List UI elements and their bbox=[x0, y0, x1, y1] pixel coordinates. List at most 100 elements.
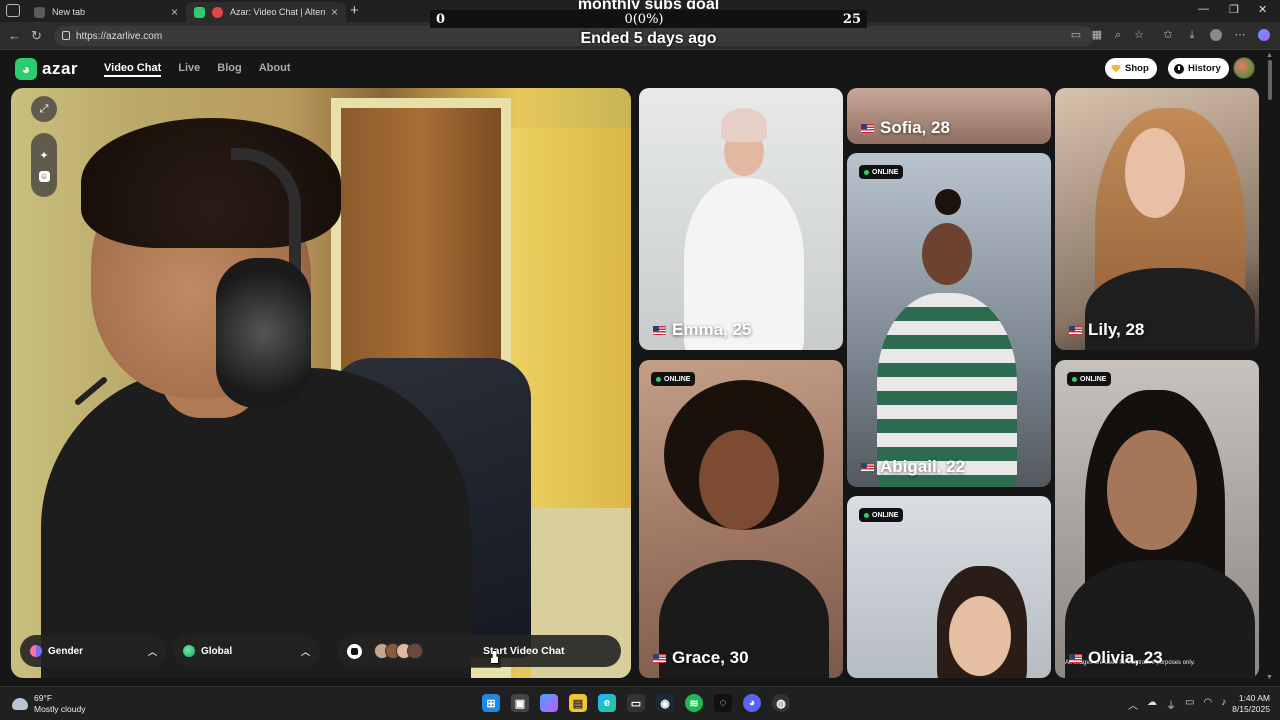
tab-actions-icon[interactable] bbox=[6, 4, 20, 17]
discord-icon[interactable]: ◕ bbox=[743, 694, 761, 712]
taskbar-apps: ⊞ ▣ ▤ e ▭ ◉ ≋ ◌ ◕ ◍ bbox=[482, 694, 790, 712]
screen-cast-icon[interactable]: ▭ bbox=[1070, 29, 1082, 41]
us-flag-icon bbox=[861, 123, 874, 133]
profile-card[interactable]: ONLINE All images are used for illustrat… bbox=[1055, 360, 1259, 678]
copilot-icon[interactable] bbox=[1258, 29, 1270, 41]
logo-text: azar bbox=[42, 59, 79, 78]
terminal-icon[interactable]: ▭ bbox=[627, 694, 645, 712]
shop-button[interactable]: Shop bbox=[1105, 58, 1157, 79]
profile-card[interactable]: Emma, 25 bbox=[639, 88, 843, 350]
globe-icon bbox=[183, 645, 195, 657]
card-name: Sofia, 28 bbox=[861, 118, 950, 138]
app-icon[interactable]: ◍ bbox=[772, 694, 790, 712]
close-window-button[interactable]: ✕ bbox=[1258, 3, 1267, 16]
maximize-button[interactable]: ❐ bbox=[1229, 3, 1239, 16]
card-name: Olivia, 23 bbox=[1069, 648, 1163, 668]
scrollbar-thumb[interactable] bbox=[1268, 60, 1272, 100]
online-dot-icon bbox=[656, 376, 661, 382]
weather-widget[interactable]: 69°F Mostly cloudy bbox=[12, 693, 86, 715]
us-flag-icon bbox=[653, 325, 666, 335]
online-dot-icon bbox=[1072, 376, 1077, 382]
task-view-icon[interactable]: ▣ bbox=[511, 694, 529, 712]
us-flag-icon bbox=[653, 653, 666, 663]
scroll-down-icon[interactable]: ▼ bbox=[1266, 674, 1273, 681]
goal-start: 0 bbox=[436, 11, 446, 27]
tab-azar[interactable]: Azar: Video Chat | Alternativ × bbox=[186, 2, 346, 22]
obs-icon[interactable]: ◌ bbox=[714, 694, 732, 712]
display-icon[interactable]: ▭ bbox=[1185, 697, 1194, 712]
profile-card[interactable]: ONLINE Grace, 30 bbox=[639, 360, 843, 678]
app-icon[interactable]: ▦ bbox=[1091, 29, 1103, 41]
nav-about[interactable]: About bbox=[259, 62, 291, 77]
tab-label: New tab bbox=[52, 7, 86, 17]
downloads-icon[interactable]: ⤓ bbox=[1186, 29, 1198, 41]
tab-new-tab[interactable]: New tab × bbox=[26, 2, 186, 22]
expand-button[interactable]: ⤢ bbox=[31, 96, 57, 122]
camera-preview: ⤢ ✦ ☺ Gender ︿ Global ︿ Start Video Chat bbox=[11, 88, 631, 678]
minimize-button[interactable]: — bbox=[1198, 3, 1209, 15]
person-face bbox=[949, 596, 1011, 676]
sparkle-effects-icon[interactable]: ✦ bbox=[37, 149, 51, 163]
card-name: Abigail, 22 bbox=[861, 457, 965, 477]
taskbar-clock[interactable]: 1:40 AM 8/15/2025 bbox=[1224, 693, 1270, 715]
azar-logo[interactable]: ◕ azar bbox=[15, 58, 78, 80]
steam-icon[interactable]: ◉ bbox=[656, 694, 674, 712]
copilot-app-icon[interactable] bbox=[540, 694, 558, 712]
more-menu-icon[interactable]: ⋯ bbox=[1234, 29, 1246, 41]
region-label: Global bbox=[201, 645, 233, 657]
onedrive-icon[interactable]: ☁ bbox=[1147, 697, 1157, 712]
card-name-text: Emma, 25 bbox=[672, 320, 752, 339]
region-filter[interactable]: Global ︿ bbox=[173, 635, 320, 667]
favorites-icon[interactable]: ✩ bbox=[1162, 29, 1174, 41]
chevron-up-icon: ︿ bbox=[300, 646, 310, 657]
person-shirt bbox=[41, 368, 471, 678]
nav-blog[interactable]: Blog bbox=[217, 62, 241, 77]
scroll-up-icon[interactable]: ▲ bbox=[1266, 52, 1273, 59]
chevron-up-icon[interactable]: ︿ bbox=[1128, 697, 1138, 712]
online-badge: ONLINE bbox=[651, 372, 696, 386]
profile-card[interactable]: ONLINE Abigail, 22 bbox=[847, 153, 1051, 487]
recording-icon bbox=[212, 6, 223, 18]
profile-card[interactable]: Lily, 28 bbox=[1055, 88, 1259, 350]
edge-icon[interactable]: e bbox=[598, 694, 616, 712]
nav-video-chat[interactable]: Video Chat bbox=[104, 62, 162, 77]
profile-card[interactable]: Sofia, 28 bbox=[847, 88, 1051, 144]
us-flag-icon bbox=[1069, 653, 1082, 663]
start-menu-icon[interactable]: ⊞ bbox=[482, 694, 500, 712]
clock-icon bbox=[1174, 63, 1184, 74]
history-button[interactable]: History bbox=[1168, 58, 1229, 79]
zoom-icon[interactable]: ⌕ bbox=[1112, 29, 1124, 41]
microphone-icon[interactable]: ⏚ bbox=[1166, 697, 1176, 712]
stop-icon bbox=[347, 643, 362, 659]
back-icon[interactable]: ← bbox=[8, 28, 21, 43]
spotify-icon[interactable]: ≋ bbox=[685, 694, 703, 712]
refresh-icon[interactable]: ↻ bbox=[31, 28, 42, 44]
card-name: Emma, 25 bbox=[653, 320, 751, 340]
nav-live[interactable]: Live bbox=[178, 62, 200, 77]
online-badge: ONLINE bbox=[859, 508, 904, 522]
sticker-icon[interactable]: ☺ bbox=[38, 170, 50, 182]
start-video-chat-button[interactable]: Start Video Chat bbox=[337, 635, 621, 667]
avatar-stack bbox=[368, 643, 423, 659]
history-label: History bbox=[1188, 63, 1221, 74]
subs-goal-bar: 0 0(0%) 25 bbox=[430, 10, 867, 28]
store-icon[interactable]: ▤ bbox=[569, 694, 587, 712]
tab-close-icon[interactable]: × bbox=[171, 5, 178, 19]
profile-card[interactable]: ONLINE bbox=[847, 496, 1051, 678]
new-tab-button[interactable]: + bbox=[350, 2, 359, 19]
user-avatar[interactable] bbox=[1233, 57, 1255, 79]
person-face bbox=[1125, 128, 1185, 218]
time: 1:40 AM bbox=[1238, 693, 1270, 703]
tab-close-icon[interactable]: × bbox=[331, 5, 338, 19]
favorite-star-icon[interactable]: ☆ bbox=[1133, 29, 1145, 41]
hair-bun bbox=[935, 189, 961, 215]
date: 8/15/2025 bbox=[1232, 704, 1270, 714]
wifi-icon[interactable]: ◠ bbox=[1203, 697, 1212, 712]
gender-filter[interactable]: Gender ︿ bbox=[20, 635, 167, 667]
tab-label: Azar: Video Chat | Alternativ bbox=[230, 7, 325, 17]
gem-icon bbox=[1111, 64, 1121, 73]
card-name-text: Abigail, 22 bbox=[880, 457, 966, 476]
knit-hat bbox=[721, 108, 767, 142]
online-badge: ONLINE bbox=[859, 165, 904, 179]
profile-icon[interactable] bbox=[1210, 29, 1222, 41]
